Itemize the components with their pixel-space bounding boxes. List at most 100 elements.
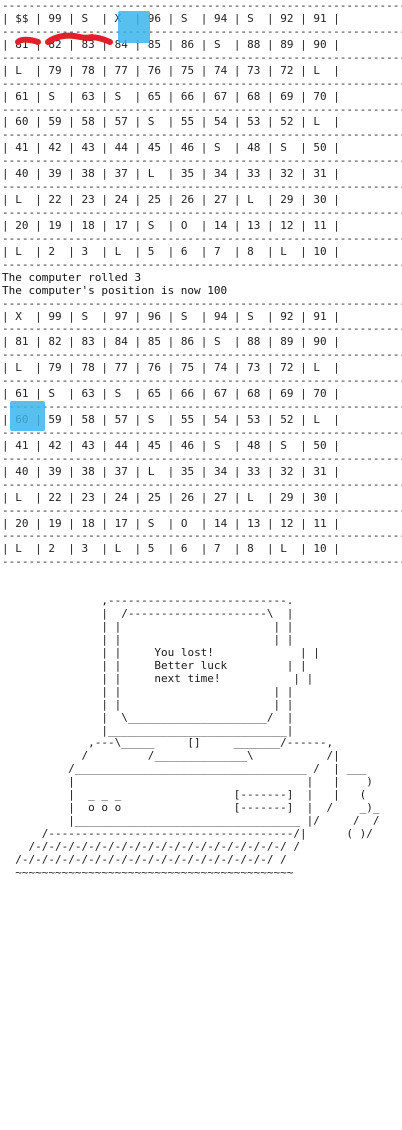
board-after-cell: 73 (247, 361, 261, 375)
board-after-cell: 41 (15, 438, 29, 452)
board-before-cell: 86 (180, 37, 195, 51)
board-before-cell: S (214, 37, 221, 51)
board-after-border: ----------------------------------------… (2, 451, 402, 465)
board-before-cell: L (114, 244, 122, 258)
board-before-cell: L (147, 167, 155, 181)
board-before-cell: 90 (313, 37, 327, 51)
board-after-cell: 44 (114, 438, 128, 452)
board-before-cell: 76 (147, 63, 161, 77)
board-after-cell: 65 (147, 387, 161, 401)
board-before-row: | 61 | S | 63 | S | 65 | 66 | 67 | 68 | … (2, 89, 340, 103)
board-after-cell: 5 (147, 542, 155, 556)
board-before-cell: 10 (313, 244, 327, 258)
board-before-cell: 48 (247, 141, 261, 155)
board-after-cell: L (15, 490, 22, 504)
board-after-cell: 81 (15, 335, 29, 349)
board-before-border: ----------------------------------------… (2, 0, 402, 12)
board-after-cell: 37 (114, 464, 128, 478)
board-after-cell: 6 (180, 542, 188, 556)
board-after-row: | L | 22 | 23 | 24 | 25 | 26 | 27 | L | … (2, 490, 340, 504)
board-before-cell: 91 (313, 11, 327, 25)
board-before-cell: 54 (214, 115, 228, 129)
board-after-cell: S (48, 387, 55, 401)
board-after-cell: L (15, 361, 22, 375)
board-before-cell: 88 (247, 37, 261, 51)
board-before-cell: 81 (15, 37, 29, 51)
board-before-cell: 74 (214, 63, 228, 77)
board-before-border: ----------------------------------------… (2, 206, 402, 219)
ascii-art-line: /-/-/-/-/-/-/-/-/-/-/-/-/-/-/-/-/-/-/-/ … (2, 852, 287, 866)
board-before-cell: 7 (214, 244, 221, 258)
board-before-cell: 5 (147, 244, 155, 258)
board-after-cell: 90 (313, 335, 327, 349)
board-before-cell: 33 (247, 167, 261, 181)
board-before-cell: 11 (313, 218, 327, 232)
board-after-cell: 54 (214, 413, 228, 426)
board-before-border: ----------------------------------------… (2, 231, 402, 245)
board-before-cell: 32 (280, 167, 294, 181)
board-after-cell: 52 (280, 413, 294, 426)
board-before-row: | $$ | 99 | S | X | 96 | S | 94 | S | 92… (2, 11, 340, 25)
result-text-3: next time! (154, 671, 221, 685)
board-after-cell: 22 (48, 490, 62, 504)
board-after-cell: S (247, 309, 254, 323)
board-after-cell: 29 (280, 490, 294, 504)
board-after-border: ----------------------------------------… (2, 503, 402, 517)
board-after-cell: S (214, 335, 221, 349)
game-board-after: ----------------------------------------… (2, 297, 402, 570)
board-after-cell: 31 (313, 464, 327, 478)
board-before-cell: 55 (180, 115, 195, 129)
board-after-cell: 72 (280, 361, 294, 375)
board-after-cell: 48 (247, 438, 261, 452)
ascii-art-line: /-------------------------------------/|… (2, 827, 373, 840)
board-after-cell: 75 (180, 361, 195, 375)
board-before-row: | L | 79 | 78 | 77 | 76 | 75 | 74 | 73 |… (2, 63, 340, 77)
board-after-cell: 24 (114, 490, 128, 504)
board-before-cell: S (180, 11, 188, 25)
board-before-cell: 26 (180, 193, 195, 207)
board-after-cell: 88 (247, 335, 261, 349)
board-before-cell: 60 (15, 115, 29, 129)
ascii-art-line: | | | | (2, 697, 294, 711)
board-before-cell: L (15, 244, 22, 258)
board-after-cell: 86 (180, 335, 195, 349)
board-before-border: ----------------------------------------… (2, 257, 402, 271)
terminal-output: ----------------------------------------… (2, 0, 402, 880)
position-message: The computer's position is now 100 (2, 283, 228, 297)
board-before-cell: 52 (280, 115, 294, 129)
board-after-cell: 27 (214, 490, 228, 504)
board-before-cell: 13 (247, 218, 261, 232)
board-after-cell: 85 (147, 335, 161, 349)
board-after-cell: 2 (48, 542, 55, 556)
board-before-cell: 65 (147, 89, 161, 103)
board-before-cell: 73 (247, 63, 261, 77)
board-before-cell: 42 (48, 141, 62, 155)
board-before-cell: 29 (280, 193, 294, 207)
board-after-cell: 77 (114, 361, 128, 375)
board-after-row: | 60 | 59 | 58 | 57 | S | 55 | 54 | 53 |… (2, 413, 340, 426)
board-after-cell: S (114, 387, 122, 401)
board-after-cell: 40 (15, 464, 29, 478)
board-before-cell: 30 (313, 193, 327, 207)
board-after-cell: 12 (280, 516, 294, 530)
board-before-cell: 57 (114, 115, 128, 129)
board-after-border: ----------------------------------------… (2, 477, 402, 491)
board-after-cell: 78 (81, 361, 95, 375)
board-after-cell: 23 (81, 490, 95, 504)
highlight-mark-before (118, 11, 150, 43)
board-after-cell: 82 (48, 335, 62, 349)
board-after-cell: 26 (180, 490, 195, 504)
board-after-cell: 25 (147, 490, 161, 504)
board-before-cell: 22 (48, 193, 62, 207)
board-before-row: | 20 | 19 | 18 | 17 | S | O | 14 | 13 | … (2, 218, 340, 232)
board-before-cell: 77 (114, 63, 128, 77)
board-before-cell: 94 (214, 11, 228, 25)
board-before-cell: L (15, 193, 22, 207)
board-after-cell: 57 (114, 413, 128, 426)
board-before-cell: 78 (81, 63, 95, 77)
board-before-cell: 45 (147, 141, 161, 155)
board-after-cell: 94 (214, 309, 228, 323)
board-before-cell: L (247, 193, 254, 207)
board-after-cell: 33 (247, 464, 261, 478)
board-before-cell: 23 (81, 193, 95, 207)
